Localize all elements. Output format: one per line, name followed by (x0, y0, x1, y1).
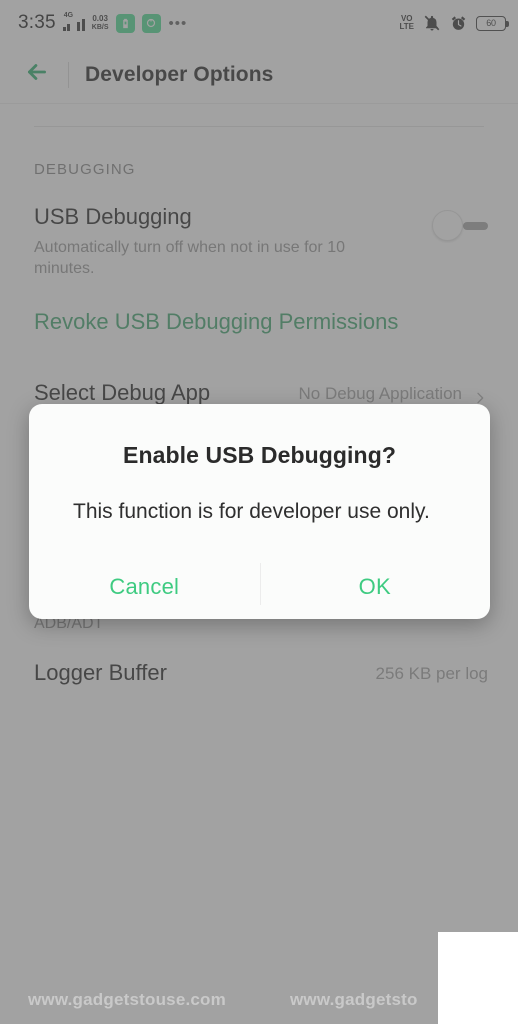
enable-usb-debugging-dialog: Enable USB Debugging? This function is f… (29, 404, 490, 619)
watermark-secondary: www.gadgetsto (290, 990, 418, 1009)
dialog-message: This function is for developer use only. (73, 500, 430, 523)
watermark-primary: www.gadgetstouse.com (28, 990, 226, 1009)
dialog-title: Enable USB Debugging? (123, 442, 396, 468)
ok-button[interactable]: OK (260, 555, 491, 619)
corner-patch (438, 932, 518, 1024)
dialog-button-divider (259, 562, 261, 605)
dialog-actions: Cancel OK (29, 555, 490, 619)
cancel-button[interactable]: Cancel (29, 555, 260, 619)
